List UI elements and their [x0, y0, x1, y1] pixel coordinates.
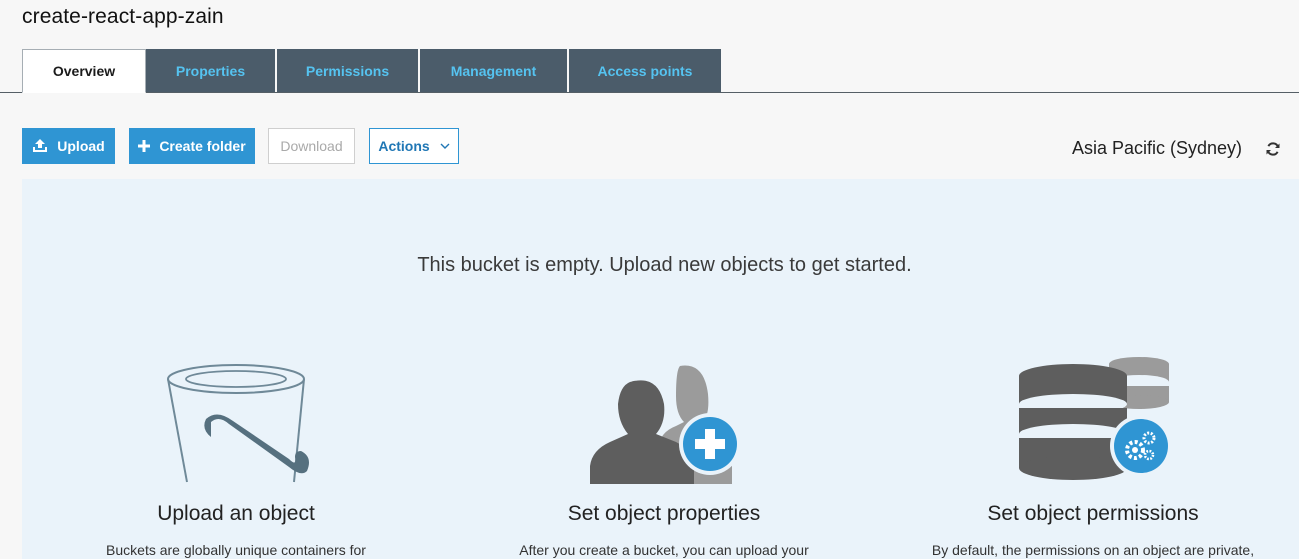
chevron-down-icon: [440, 143, 450, 149]
upload-button-label: Upload: [57, 138, 105, 154]
empty-bucket-message: This bucket is empty. Upload new objects…: [417, 254, 912, 276]
set-object-properties-card: Set object properties After you create a…: [484, 349, 844, 559]
create-folder-button-label: Create folder: [159, 138, 246, 154]
create-folder-button[interactable]: Create folder: [129, 128, 255, 164]
upload-object-card: Upload an object Buckets are globally un…: [56, 349, 416, 559]
set-object-properties-description: After you create a bucket, you can uploa…: [519, 542, 809, 558]
tabs-divider: [0, 92, 1299, 93]
s3-bucket-overview-page: create-react-app-zain Overview Propertie…: [0, 0, 1299, 559]
refresh-icon[interactable]: [1265, 141, 1281, 162]
upload-button[interactable]: Upload: [22, 128, 115, 164]
upload-object-heading: Upload an object: [157, 502, 315, 525]
actions-dropdown[interactable]: Actions: [369, 128, 459, 164]
tab-permissions[interactable]: Permissions: [277, 49, 420, 92]
tab-bar: Overview Properties Permissions Manageme…: [22, 49, 723, 93]
page-title: create-react-app-zain: [22, 5, 224, 28]
upload-object-description: Buckets are globally unique containers f…: [106, 542, 366, 558]
tab-overview[interactable]: Overview: [22, 49, 146, 93]
actions-dropdown-label: Actions: [378, 138, 430, 154]
set-object-permissions-card: Set object permissions By default, the p…: [913, 349, 1273, 559]
tab-access-points[interactable]: Access points: [569, 49, 723, 92]
tab-management[interactable]: Management: [420, 49, 569, 92]
database-gear-icon: [913, 349, 1273, 484]
users-add-icon: [484, 349, 844, 484]
plus-icon: [138, 140, 151, 152]
bucket-icon: [56, 349, 416, 484]
set-object-permissions-heading: Set object permissions: [987, 502, 1199, 525]
empty-bucket-panel: This bucket is empty. Upload new objects…: [22, 179, 1299, 559]
upload-icon: [32, 139, 48, 153]
region-label: Asia Pacific (Sydney): [1071, 138, 1242, 158]
set-object-permissions-description: By default, the permissions on an object…: [931, 542, 1255, 558]
download-button[interactable]: Download: [268, 128, 355, 164]
tab-properties[interactable]: Properties: [146, 49, 277, 92]
set-object-properties-heading: Set object properties: [567, 502, 761, 525]
